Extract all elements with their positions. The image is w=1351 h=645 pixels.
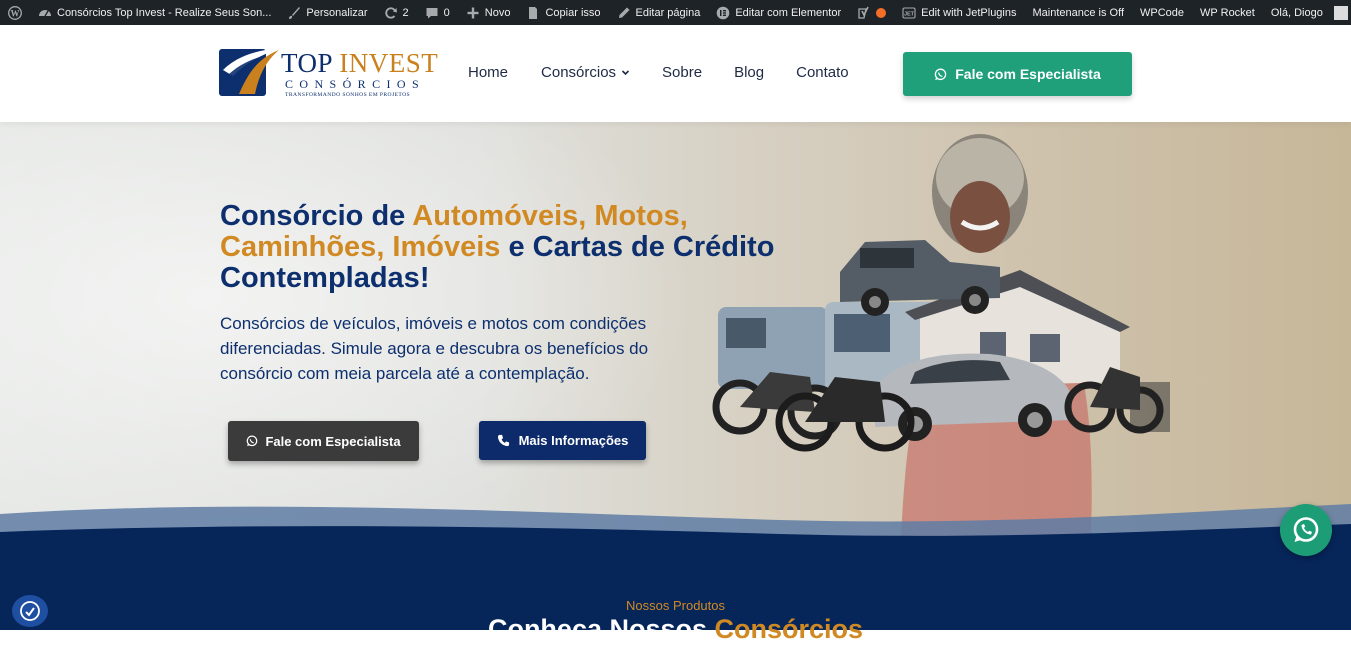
site-name-menu[interactable]: Consórcios Top Invest - Realize Seus Son… xyxy=(30,0,279,25)
nav-contato-label: Contato xyxy=(796,64,849,81)
account-menu[interactable]: Olá, Diogo xyxy=(1263,0,1351,25)
copy-label: Copiar isso xyxy=(545,6,601,19)
refresh-icon xyxy=(384,6,397,19)
jetplugins-label: Edit with JetPlugins xyxy=(921,6,1017,19)
wordpress-menu[interactable]: W xyxy=(0,0,30,25)
site-logo[interactable]: TOP INVEST CONSÓRCIOS TRANSFORMANDO SONH… xyxy=(219,46,438,102)
whatsapp-icon xyxy=(247,435,258,447)
logo-subword: CONSÓRCIOS xyxy=(285,77,426,91)
whatsapp-float-button[interactable] xyxy=(1280,504,1332,556)
wprocket-link[interactable]: WP Rocket xyxy=(1192,0,1263,25)
more-info-label: Mais Informações xyxy=(518,433,629,448)
accessibility-icon xyxy=(20,601,40,621)
plus-icon xyxy=(467,7,479,18)
chevron-down-icon xyxy=(621,70,630,76)
accessibility-button[interactable] xyxy=(12,595,48,627)
nav-sobre-label: Sobre xyxy=(662,64,703,81)
main-nav: Home Consórcios Sobre Blog Contato xyxy=(468,64,849,81)
nav-home-label: Home xyxy=(468,64,509,81)
comments-count: 0 xyxy=(443,6,450,19)
maintenance-label: Maintenance is Off xyxy=(1032,6,1125,19)
phone-icon xyxy=(497,434,509,447)
wpcode-label: WPCode xyxy=(1140,6,1185,19)
nav-home[interactable]: Home xyxy=(468,64,508,81)
pencil-icon xyxy=(618,7,630,18)
logo-tagline: TRANSFORMANDO SONHOS EM PROJETOS xyxy=(285,92,411,98)
products-title-start: Conheça Nossos xyxy=(487,614,715,644)
hero-description: Consórcios de veículos, imóveis e motos … xyxy=(220,314,649,383)
hero-title-start: Consórcio de xyxy=(220,200,413,232)
whatsapp-icon xyxy=(1293,517,1319,542)
svg-text:JET: JET xyxy=(904,11,915,17)
products-title-highlight: Consórcios xyxy=(714,614,864,644)
logo-word-top: TOP xyxy=(281,48,333,78)
customize-link[interactable]: Personalizar xyxy=(279,0,375,25)
products-section: Nossos Produtos Conheça Nossos Consórcio… xyxy=(0,562,1351,644)
edit-elementor-label: Editar com Elementor xyxy=(735,6,842,19)
edit-page-link[interactable]: Editar página xyxy=(609,0,709,25)
comment-icon xyxy=(426,7,438,18)
edit-elementor-link[interactable]: Editar com Elementor xyxy=(708,0,849,25)
copy-icon xyxy=(529,6,538,19)
nav-consorcios-label: Consórcios xyxy=(541,64,617,81)
yoast-icon xyxy=(858,6,869,19)
wpcode-link[interactable]: WPCode xyxy=(1132,0,1192,25)
nav-blog-label: Blog xyxy=(734,64,765,81)
wordpress-icon: W xyxy=(8,5,22,20)
site-header: TOP INVEST CONSÓRCIOS TRANSFORMANDO SONH… xyxy=(0,25,1351,122)
logo-emblem xyxy=(219,48,281,96)
wprocket-label: WP Rocket xyxy=(1200,6,1255,19)
site-title: Consórcios Top Invest - Realize Seus Son… xyxy=(57,6,272,19)
nav-contato[interactable]: Contato xyxy=(796,64,849,81)
seo-status-dot xyxy=(876,7,887,18)
nav-sobre[interactable]: Sobre xyxy=(662,64,702,81)
dashboard-icon xyxy=(39,9,51,16)
comments-link[interactable]: 0 xyxy=(417,0,458,25)
customize-label: Personalizar xyxy=(306,6,368,19)
wp-admin-bar: W Consórcios Top Invest - Realize Seus S… xyxy=(0,0,1351,25)
header-cta-label: Fale com Especialista xyxy=(955,66,1101,82)
logo-wordmark: TOP INVEST xyxy=(281,48,438,79)
products-kicker: Nossos Produtos xyxy=(626,598,725,613)
maintenance-link[interactable]: Maintenance is Off xyxy=(1025,0,1133,25)
hero-specialist-button[interactable]: Fale com Especialista xyxy=(228,421,419,461)
copy-link[interactable]: Copiar isso xyxy=(518,0,608,25)
greeting-label: Olá, Diogo xyxy=(1270,6,1323,19)
hero-title: Consórcio de Automóveis, Motos, Caminhõe… xyxy=(220,201,780,294)
svg-text:W: W xyxy=(11,8,20,18)
logo-word-invest: INVEST xyxy=(339,48,439,78)
new-content-menu[interactable]: Novo xyxy=(458,0,519,25)
hero-wave-divider xyxy=(0,504,1351,562)
new-label: Novo xyxy=(484,6,511,19)
updates-link[interactable]: 2 xyxy=(376,0,417,25)
nav-blog[interactable]: Blog xyxy=(734,64,764,81)
yoast-menu[interactable] xyxy=(849,0,894,25)
more-info-button[interactable]: Mais Informações xyxy=(479,421,646,460)
hero-section: Consórcio de Automóveis, Motos, Caminhõe… xyxy=(0,122,1351,562)
brush-icon xyxy=(289,6,301,19)
hero-specialist-label: Fale com Especialista xyxy=(265,433,401,449)
header-specialist-button[interactable]: Fale com Especialista xyxy=(903,52,1132,96)
jet-icon: JET xyxy=(902,6,916,19)
edit-page-label: Editar página xyxy=(635,6,701,19)
whatsapp-icon xyxy=(934,68,947,80)
elementor-icon xyxy=(717,6,730,19)
hero-vehicles-illustration xyxy=(712,134,1170,562)
jetplugins-link[interactable]: JET Edit with JetPlugins xyxy=(894,0,1024,25)
avatar xyxy=(1333,5,1348,20)
updates-count: 2 xyxy=(402,6,409,19)
nav-consorcios[interactable]: Consórcios xyxy=(541,64,630,81)
